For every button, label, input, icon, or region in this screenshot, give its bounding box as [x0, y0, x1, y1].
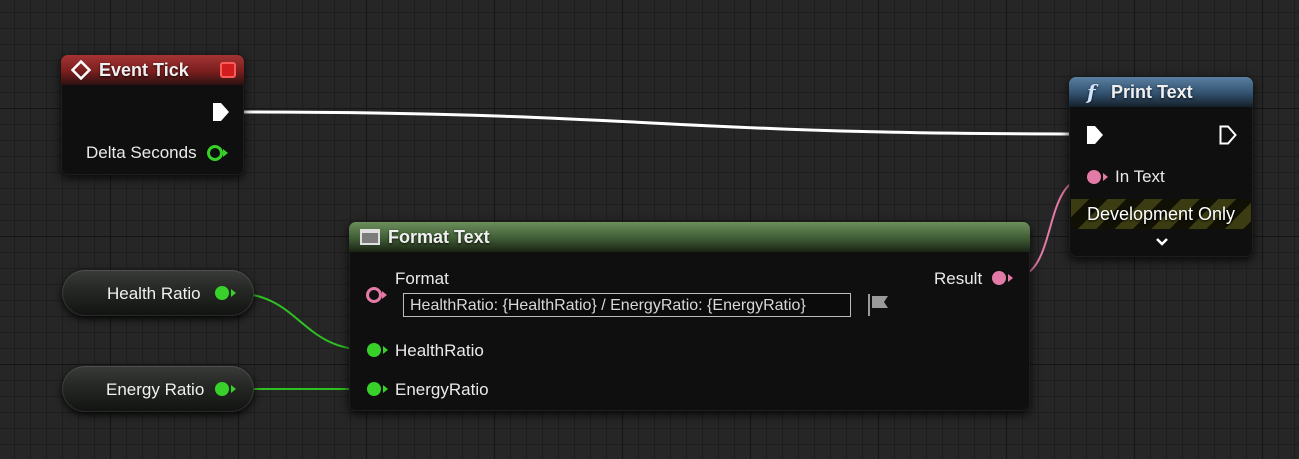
energy-ratio-variable-label: Energy Ratio — [106, 380, 205, 399]
event-tick-node[interactable]: Event Tick Delta Seconds — [61, 55, 244, 175]
format-text-title: Format Text — [388, 226, 490, 247]
delta-seconds-pin[interactable] — [206, 144, 230, 162]
energy-ratio-pin[interactable] — [365, 380, 389, 398]
delta-seconds-label: Delta Seconds — [86, 143, 197, 162]
in-text-pin[interactable] — [1085, 168, 1109, 186]
svg-text:f: f — [1085, 81, 1099, 103]
energy-ratio-pin-label: EnergyRatio — [395, 380, 489, 399]
format-text-header[interactable]: Format Text — [349, 222, 1030, 252]
result-label: Result — [934, 269, 983, 288]
exec-out-pin[interactable] — [1219, 125, 1237, 145]
energy-ratio-variable-node[interactable]: Energy Ratio — [62, 366, 254, 412]
function-f-icon: f — [1085, 81, 1099, 103]
health-ratio-variable-label: Health Ratio — [107, 284, 201, 303]
chevron-down-icon[interactable] — [1155, 236, 1169, 248]
result-pin[interactable] — [990, 269, 1014, 287]
health-ratio-pin[interactable] — [365, 341, 389, 359]
health-ratio-output-pin[interactable] — [213, 284, 237, 302]
print-text-node[interactable]: f Print Text In Text Development Only — [1069, 77, 1253, 257]
format-text-node[interactable]: Format Text Format HealthRatio: {HealthR… — [349, 222, 1030, 411]
in-text-label: In Text — [1115, 167, 1165, 186]
format-input[interactable]: HealthRatio: {HealthRatio} / EnergyRatio… — [403, 293, 851, 317]
health-ratio-variable-node[interactable]: Health Ratio — [62, 270, 254, 316]
format-label: Format — [395, 269, 449, 288]
format-text-icon — [360, 229, 380, 245]
diamond-event-icon — [71, 60, 91, 80]
stop-icon[interactable] — [220, 62, 236, 78]
exec-in-pin[interactable] — [1086, 125, 1104, 145]
development-only-banner: Development Only — [1071, 199, 1251, 229]
flag-icon[interactable] — [866, 293, 892, 317]
print-text-header[interactable]: f Print Text — [1069, 77, 1253, 107]
format-pin[interactable] — [365, 286, 389, 304]
health-ratio-pin-label: HealthRatio — [395, 341, 484, 360]
development-only-label: Development Only — [1086, 203, 1236, 224]
event-tick-header[interactable]: Event Tick — [61, 55, 244, 85]
exec-wire[interactable] — [230, 110, 1087, 136]
event-tick-title: Event Tick — [99, 59, 189, 80]
print-text-title: Print Text — [1111, 81, 1193, 102]
energy-ratio-output-pin[interactable] — [213, 380, 237, 398]
exec-out-pin[interactable] — [212, 102, 230, 122]
